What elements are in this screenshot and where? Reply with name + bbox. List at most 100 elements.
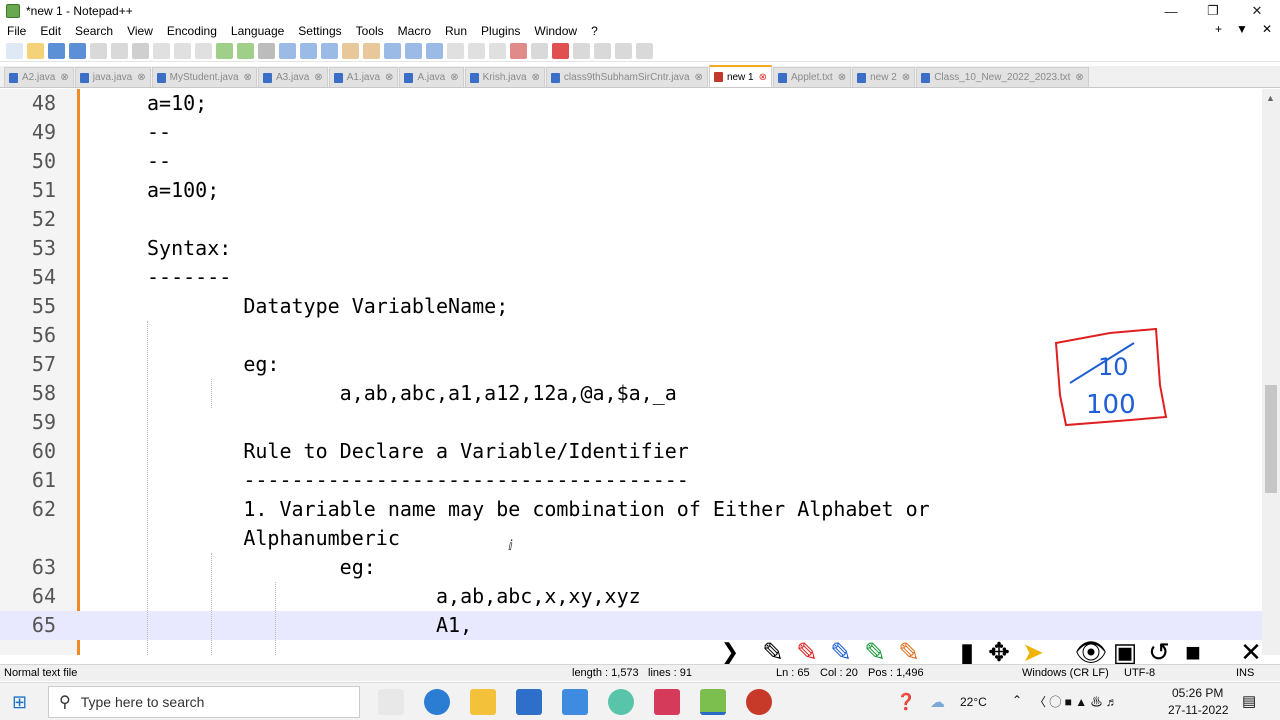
tab-close-icon[interactable]: ⊗ — [838, 72, 846, 83]
recorder-icon[interactable] — [746, 689, 772, 715]
tab-java-java[interactable]: java.java ⊗ — [74, 67, 151, 87]
task-view-icon[interactable] — [378, 689, 404, 715]
undo-icon[interactable] — [216, 42, 233, 59]
save-macro-icon[interactable] — [636, 42, 653, 59]
tab-close-icon[interactable]: ⊗ — [1075, 72, 1083, 83]
tab-a3-java[interactable]: A3.java ⊗ — [257, 67, 328, 87]
menu-edit[interactable]: Edit — [33, 24, 68, 38]
save-icon[interactable] — [48, 42, 65, 59]
tab-mystudent-java[interactable]: MyStudent.java ⊗ — [151, 67, 257, 87]
tab-close-icon[interactable]: ⊗ — [314, 72, 322, 83]
encoding[interactable]: UTF-8 — [1124, 667, 1155, 679]
clock-time[interactable]: 05:26 PM — [1172, 686, 1223, 700]
record-macro-icon[interactable] — [552, 42, 569, 59]
show-all-chars-icon[interactable] — [405, 42, 422, 59]
stop-macro-icon[interactable] — [573, 42, 590, 59]
notifications-icon[interactable]: ▤ — [1242, 692, 1256, 710]
menu-search[interactable]: Search — [68, 24, 120, 38]
code-line[interactable]: 48 a=10; — [0, 89, 1262, 118]
store-icon[interactable] — [516, 689, 542, 715]
tab-close-icon[interactable]: ⊗ — [532, 72, 540, 83]
tab-close-icon[interactable]: ⊗ — [60, 72, 68, 83]
monitoring-icon[interactable] — [531, 42, 548, 59]
paste-icon[interactable] — [195, 42, 212, 59]
menu-plugins[interactable]: Plugins — [474, 24, 527, 38]
dropbox-icon[interactable] — [562, 689, 588, 715]
new-file-icon[interactable] — [6, 42, 23, 59]
menu-run[interactable]: Run — [438, 24, 474, 38]
tab-close-icon[interactable]: ⊗ — [137, 72, 145, 83]
menu-language[interactable]: Language — [224, 24, 291, 38]
tray-chevron-icon[interactable]: ⌃ — [1012, 693, 1022, 707]
clock-date[interactable]: 27-11-2022 — [1168, 703, 1229, 717]
code-line[interactable]: 60 Rule to Declare a Variable/Identifier — [0, 437, 1262, 466]
vertical-scrollbar[interactable]: ▲ — [1262, 89, 1280, 655]
restore-button[interactable]: ❐ — [1192, 0, 1234, 22]
udl-icon[interactable] — [447, 42, 464, 59]
code-line[interactable]: 53 Syntax: — [0, 234, 1262, 263]
close-doc-icon[interactable]: ✕ — [1262, 22, 1272, 36]
word-wrap-icon[interactable] — [384, 42, 401, 59]
tab-close-icon[interactable]: ⊗ — [244, 72, 252, 83]
tab-applet-txt[interactable]: Applet.txt ⊗ — [773, 67, 852, 87]
notepad-plus-plus-taskbar-icon[interactable] — [700, 689, 726, 715]
menu-file[interactable]: File — [0, 24, 33, 38]
code-line[interactable]: 55 Datatype VariableName; — [0, 292, 1262, 321]
tab-list-icon[interactable]: ▼ — [1236, 22, 1248, 36]
copy-icon[interactable] — [174, 42, 191, 59]
folder-workspace-icon[interactable] — [510, 42, 527, 59]
doc-map-icon[interactable] — [468, 42, 485, 59]
file-explorer-icon[interactable] — [470, 689, 496, 715]
code-line[interactable]: 49 -- — [0, 118, 1262, 147]
arduino-icon[interactable] — [608, 689, 634, 715]
code-line-wrapped[interactable]: Alphanumberic — [0, 524, 1262, 553]
zoom-in-icon[interactable] — [300, 42, 317, 59]
edge-icon[interactable] — [424, 689, 450, 715]
open-file-icon[interactable] — [27, 42, 44, 59]
editor-area[interactable]: 48 a=10; 49 -- 50 -- 51 a=100; 52 53 Syntax: … — [0, 89, 1262, 655]
run-macro-multiple-icon[interactable] — [615, 42, 632, 59]
tab-new-2[interactable]: new 2 ⊗ — [852, 67, 916, 87]
menu-settings[interactable]: Settings — [291, 24, 348, 38]
close-button[interactable]: ✕ — [1236, 0, 1278, 22]
tab-new-1[interactable]: new 1 ⊗ — [708, 65, 773, 87]
tab-a2-java[interactable]: A2.java ⊗ — [4, 67, 74, 87]
code-line[interactable]: 62 1. Variable name may be combination o… — [0, 495, 1262, 524]
menu-help[interactable]: ? — [584, 24, 605, 38]
tab-close-icon[interactable]: ⊗ — [759, 72, 767, 83]
code-line[interactable]: 61 ------------------------------------- — [0, 466, 1262, 495]
redo-icon[interactable] — [237, 42, 254, 59]
tab-close-icon[interactable]: ⊗ — [695, 72, 703, 83]
eol-format[interactable]: Windows (CR LF) — [1022, 667, 1109, 679]
code-line[interactable]: 52 — [0, 205, 1262, 234]
indent-guide-icon[interactable] — [426, 42, 443, 59]
play-macro-icon[interactable] — [594, 42, 611, 59]
code-line[interactable]: 54 ------- — [0, 263, 1262, 292]
zoom-out-icon[interactable] — [321, 42, 338, 59]
cut-icon[interactable] — [153, 42, 170, 59]
menu-view[interactable]: View — [120, 24, 160, 38]
tab-close-icon[interactable]: ⊗ — [385, 72, 393, 83]
menu-encoding[interactable]: Encoding — [160, 24, 224, 38]
menu-macro[interactable]: Macro — [391, 24, 438, 38]
tab-a1-java[interactable]: A1.java ⊗ — [328, 67, 399, 87]
tab-class10-txt[interactable]: Class_10_New_2022_2023.txt ⊗ — [916, 67, 1089, 87]
tray-icons[interactable]: 〈 ◯ ■ ▲ ♨ ♬ — [1034, 693, 1118, 710]
find-icon[interactable] — [258, 42, 275, 59]
function-list-icon[interactable] — [489, 42, 506, 59]
tab-close-icon[interactable]: ⊗ — [902, 72, 910, 83]
tab-close-icon[interactable]: ⊗ — [450, 72, 458, 83]
scroll-up-icon[interactable]: ▲ — [1266, 93, 1275, 103]
close-icon[interactable] — [90, 42, 107, 59]
menu-window[interactable]: Window — [527, 24, 584, 38]
tab-krish-java[interactable]: Krish.java ⊗ — [464, 67, 545, 87]
sync-h-icon[interactable] — [363, 42, 380, 59]
minimize-button[interactable]: — — [1150, 0, 1192, 22]
code-line[interactable]: 51 a=100; — [0, 176, 1262, 205]
new-tab-icon[interactable]: + — [1215, 22, 1222, 36]
print-icon[interactable] — [132, 42, 149, 59]
tab-a-java[interactable]: A.java ⊗ — [399, 67, 464, 87]
scroll-thumb[interactable] — [1265, 385, 1277, 493]
pen-app-icon[interactable] — [654, 689, 680, 715]
sync-v-icon[interactable] — [342, 42, 359, 59]
